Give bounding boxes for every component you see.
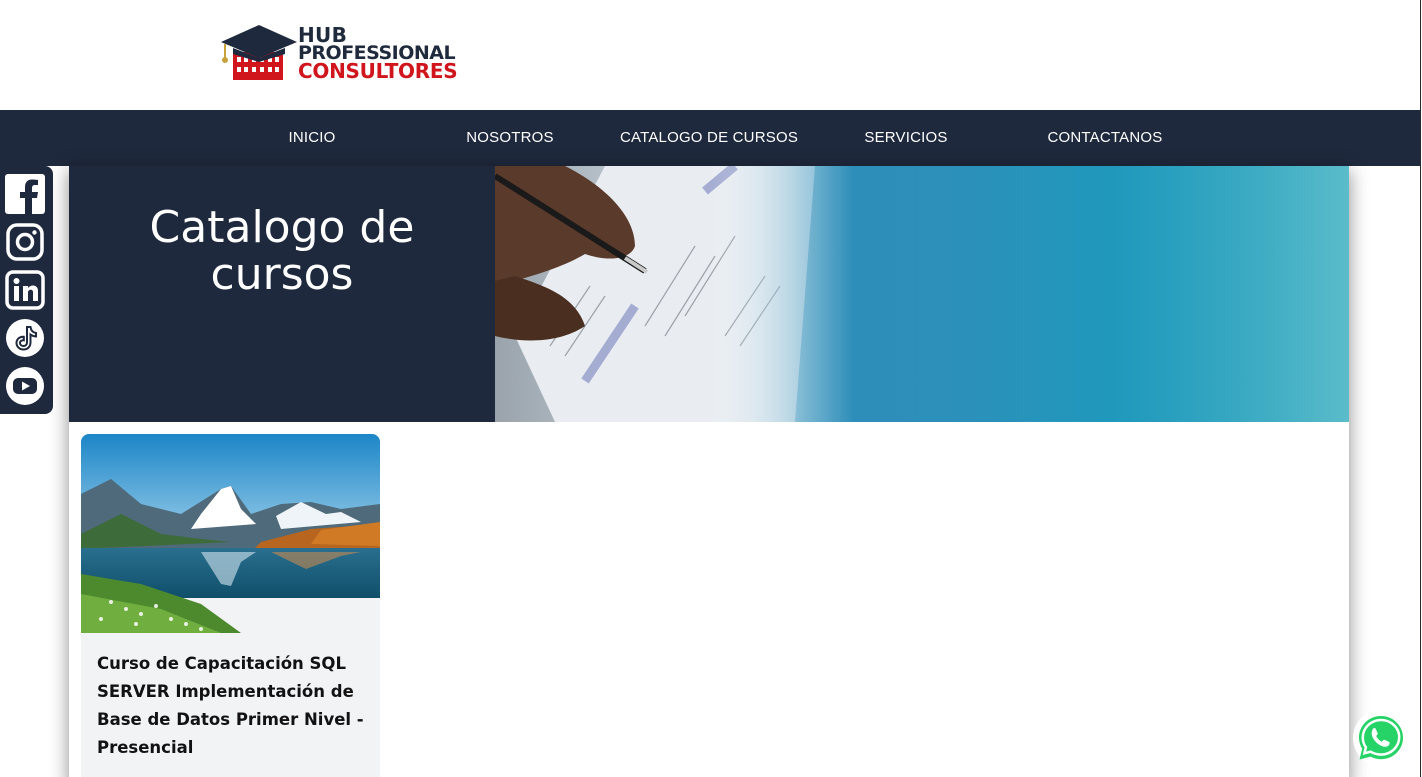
social-sidebar: [0, 166, 53, 414]
nav-item-inicio[interactable]: INICIO: [252, 110, 372, 166]
linkedin-icon[interactable]: [5, 270, 45, 310]
nav-item-nosotros[interactable]: NOSOTROS: [450, 110, 570, 166]
nav-item-servicios[interactable]: SERVICIOS: [846, 110, 966, 166]
window-edge: [1420, 0, 1421, 777]
nav-item-contactanos[interactable]: CONTACTANOS: [1030, 110, 1180, 166]
hero-panel: Catalogo de cursos: [69, 166, 495, 422]
page: HUB PROFESSIONAL CONSULTORES INICIO NOSO…: [0, 0, 1422, 777]
page-title-line2: cursos: [210, 249, 354, 300]
tiktok-icon[interactable]: [5, 318, 45, 358]
brand-line-consultores: CONSULTORES: [298, 59, 458, 83]
whatsapp-icon[interactable]: [1352, 709, 1410, 767]
brand-logo[interactable]: HUB PROFESSIONAL CONSULTORES: [219, 22, 484, 86]
hero-image: [495, 166, 1349, 422]
brand-wordmark: HUB PROFESSIONAL CONSULTORES: [298, 25, 458, 83]
instagram-icon[interactable]: [5, 222, 45, 262]
course-card-image[interactable]: [81, 434, 380, 633]
content-container: Catalogo de cursos Curso de Capacitación…: [69, 166, 1349, 777]
course-card[interactable]: Curso de Capacitación SQL SERVER Impleme…: [81, 434, 380, 777]
course-card-title[interactable]: Curso de Capacitación SQL SERVER Impleme…: [97, 650, 369, 762]
facebook-icon[interactable]: [5, 174, 45, 214]
main-nav: INICIO NOSOTROS CATALOGO DE CURSOS SERVI…: [0, 110, 1420, 166]
nav-item-catalogo[interactable]: CATALOGO DE CURSOS: [609, 110, 809, 166]
site-header: HUB PROFESSIONAL CONSULTORES: [0, 0, 1420, 110]
youtube-icon[interactable]: [5, 366, 45, 406]
page-title: Catalogo de cursos: [89, 204, 475, 298]
logo-building-icon: [221, 25, 297, 80]
page-title-line1: Catalogo de: [149, 202, 415, 253]
